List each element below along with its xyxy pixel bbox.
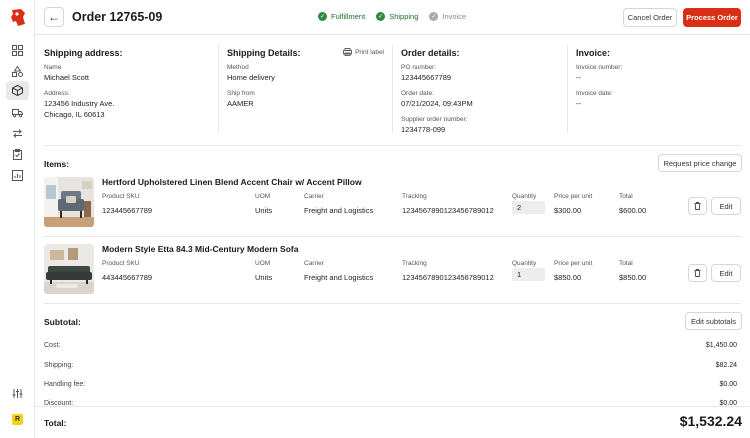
- quantity-input[interactable]: 1: [512, 268, 545, 281]
- quantity-input[interactable]: 2: [512, 201, 545, 214]
- back-arrow-icon[interactable]: ←: [44, 7, 64, 27]
- subtotal-row-cost: Cost: $1,450.00: [44, 342, 737, 349]
- total-value: $1,532.24: [679, 413, 742, 429]
- order-details-heading: Order details:: [401, 48, 460, 58]
- delete-item-button[interactable]: [688, 197, 707, 215]
- cancel-order-button[interactable]: Cancel Order: [623, 8, 677, 27]
- subtotal-row-handling: Handling fee: $0.00: [44, 381, 737, 388]
- shipping-method: Home delivery: [227, 73, 275, 82]
- item-tracking: 1234567890123456789012: [402, 273, 494, 282]
- order-details-section: Order details: PO number: 123445667789 O…: [392, 45, 567, 134]
- subtotal-heading: Subtotal:: [44, 317, 81, 327]
- printer-icon: [343, 48, 353, 56]
- product-image-sofa: [44, 244, 94, 294]
- page-title: Order 12765-09: [72, 10, 163, 24]
- sidebar: R: [0, 0, 35, 438]
- total-bar: Total: $1,532.24: [35, 406, 750, 438]
- item-price: $300.00: [554, 206, 582, 215]
- check-circle-icon: ✓: [318, 12, 327, 21]
- item-tracking: 1234567890123456789012: [402, 206, 494, 215]
- product-image-chair: [44, 177, 94, 227]
- step-invoice: ✓ Invoice: [429, 12, 467, 21]
- item-name: Hertford Upholstered Linen Blend Accent …: [102, 177, 362, 187]
- check-circle-icon: ✓: [429, 12, 439, 21]
- trash-icon: [694, 202, 701, 210]
- shipping-address-section: Shipping address: Name Michael Scott Add…: [44, 45, 218, 133]
- trash-icon: [694, 269, 701, 277]
- edit-item-button[interactable]: Edit: [711, 264, 741, 282]
- divider: [44, 303, 741, 304]
- items-heading: Items:: [44, 159, 70, 169]
- divider: [44, 145, 741, 146]
- truck-icon[interactable]: [10, 105, 25, 120]
- edit-item-button[interactable]: Edit: [711, 197, 741, 215]
- request-price-change-button[interactable]: Request price change: [658, 154, 742, 172]
- process-order-button[interactable]: Process Order: [683, 8, 741, 27]
- invoice-section: Invoice: Invoice number: -- Invoice date…: [567, 45, 742, 133]
- delete-item-button[interactable]: [688, 264, 707, 282]
- grid-icon[interactable]: [10, 43, 25, 58]
- check-circle-icon: ✓: [376, 12, 386, 21]
- order-item: Modern Style Etta 84.3 Mid-Century Moder…: [44, 244, 741, 296]
- main-panel: ← Order 12765-09 ✓ Fulfillment ✓ Shippin…: [35, 0, 750, 438]
- item-carrier: Freight and Logistics: [304, 206, 374, 215]
- address-line-1: 123456 Industry Ave.: [44, 98, 115, 108]
- subtotal-row-shipping: Shipping: $82.24: [44, 362, 737, 369]
- shipping-details-section: Shipping Details: Print label Method Hom…: [218, 45, 392, 133]
- item-total: $600.00: [619, 206, 647, 215]
- swap-icon[interactable]: [10, 126, 25, 141]
- user-avatar-badge[interactable]: R: [12, 414, 23, 425]
- box-icon[interactable]: [6, 81, 29, 100]
- invoice-number: --: [576, 73, 581, 82]
- customer-name: Michael Scott: [44, 73, 90, 82]
- address-line-2: Chicago, IL 60613: [44, 109, 105, 119]
- item-name: Modern Style Etta 84.3 Mid-Century Moder…: [102, 244, 299, 254]
- item-sku: 123445667789: [102, 206, 153, 215]
- po-number: 123445667789: [401, 73, 452, 82]
- edit-subtotals-button[interactable]: Edit subtotals: [685, 312, 742, 330]
- step-shipping: ✓ Shipping: [376, 12, 419, 21]
- item-carrier: Freight and Logistics: [304, 273, 374, 282]
- item-uom: Units: [255, 206, 273, 215]
- order-date: 07/21/2024, 09:43PM: [401, 98, 473, 108]
- shipping-address-heading: Shipping address:: [44, 48, 123, 58]
- shapes-icon[interactable]: [10, 64, 25, 79]
- settings-sliders-icon[interactable]: [10, 386, 25, 401]
- item-total: $850.00: [619, 273, 647, 282]
- supplier-order-number: 1234778-099: [401, 124, 446, 134]
- invoice-heading: Invoice:: [576, 48, 611, 58]
- total-label: Total:: [44, 418, 67, 428]
- invoice-date: --: [576, 98, 581, 108]
- top-bar: ← Order 12765-09 ✓ Fulfillment ✓ Shippin…: [35, 0, 750, 35]
- divider: [44, 236, 741, 237]
- order-info-grid: Shipping address: Name Michael Scott Add…: [44, 45, 742, 135]
- order-item: Hertford Upholstered Linen Blend Accent …: [44, 177, 741, 229]
- brand-logo-icon[interactable]: [9, 8, 26, 27]
- ship-from: AAMER: [227, 98, 254, 108]
- print-label-button[interactable]: Print label: [343, 48, 384, 56]
- order-progress-steps: ✓ Fulfillment ✓ Shipping ✓ Invoice: [318, 12, 466, 21]
- item-uom: Units: [255, 273, 273, 282]
- item-sku: 443445667789: [102, 273, 153, 282]
- report-icon[interactable]: [10, 168, 25, 183]
- clipboard-icon[interactable]: [10, 147, 25, 162]
- item-price: $850.00: [554, 273, 582, 282]
- step-fulfillment: ✓ Fulfillment: [318, 12, 366, 21]
